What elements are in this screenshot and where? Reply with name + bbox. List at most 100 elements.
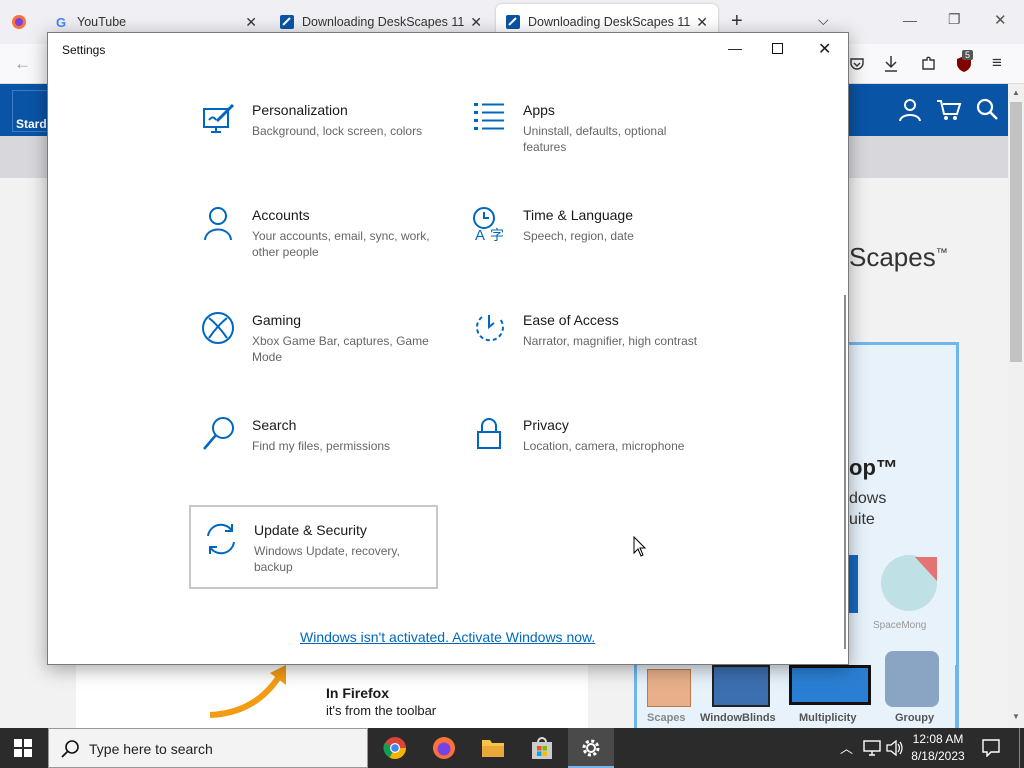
restore-browser-icon[interactable]: ❐ [948, 11, 961, 28]
list-tabs-chevron-icon[interactable]: ⌵ [818, 12, 829, 29]
tab-title: Downloading DeskScapes 11 : S [528, 15, 691, 29]
tile-description: Your accounts, email, sync, work, other … [252, 229, 430, 259]
scrollbar-thumb[interactable] [1010, 102, 1022, 362]
taskbar: Type here to search ︿ 12:08 AM 8/18/2023 [0, 728, 1024, 768]
firefox-hint-subtitle: it's from the toolbar [326, 703, 437, 718]
tile-personalization[interactable]: Personalization Background, lock screen, … [201, 101, 432, 139]
hamburger-menu-icon[interactable]: ≡ [992, 53, 1002, 73]
firefox-icon[interactable] [432, 736, 456, 760]
lock-icon [477, 418, 501, 449]
minimize-icon[interactable]: — [728, 40, 742, 56]
mouse-cursor-icon [633, 536, 647, 557]
volume-icon[interactable] [886, 740, 904, 756]
svg-text:G: G [56, 15, 66, 29]
network-icon[interactable] [863, 740, 881, 756]
xbox-icon [202, 312, 234, 344]
tile-title: Time & Language [523, 207, 633, 223]
tile-time-language[interactable]: A字 Time & Language Speech, region, date [472, 206, 703, 244]
show-hidden-icons-chevron-icon[interactable]: ︿ [840, 738, 853, 757]
close-tab-icon[interactable]: ✕ [696, 14, 708, 31]
site-search-icon[interactable] [976, 98, 998, 120]
settings-titlebar[interactable]: Settings — ✕ [48, 33, 848, 65]
deskscapes-product-icon[interactable] [647, 669, 691, 707]
tile-apps[interactable]: Apps Uninstall, defaults, optional featur… [472, 101, 703, 155]
tile-description: Narrator, magnifier, high contrast [523, 334, 698, 348]
close-tab-icon[interactable]: ✕ [470, 14, 482, 31]
promo-button-edge[interactable] [849, 555, 858, 613]
firefox-hint-text: In Firefox it's from the toolbar [300, 665, 588, 728]
tile-title: Gaming [252, 312, 302, 328]
tile-accounts[interactable]: Accounts Your accounts, email, sync, work… [201, 206, 432, 260]
accounts-icon [204, 207, 232, 241]
clock-date[interactable]: 8/18/2023 [906, 749, 970, 763]
shopping-cart-icon[interactable] [936, 98, 962, 122]
tile-title: Accounts [252, 207, 310, 223]
activate-windows-link[interactable]: Windows isn't activated. Activate Window… [300, 629, 595, 645]
search-icon [203, 417, 234, 450]
stardock-icon [506, 15, 520, 29]
extensions-puzzle-icon[interactable] [920, 55, 937, 72]
multiplicity-product-icon[interactable] [789, 665, 871, 705]
sync-icon [207, 523, 235, 555]
new-tab-button[interactable]: + [731, 10, 743, 33]
svg-text:A: A [475, 227, 485, 242]
orange-arrow-icon [209, 665, 286, 718]
taskbar-search-icon [61, 740, 79, 758]
back-arrow-icon[interactable]: ← [14, 54, 31, 74]
tile-update-security[interactable]: Update & Security Windows Update, recover… [189, 505, 438, 589]
personalization-icon [203, 103, 235, 133]
firefox-menu-icon[interactable] [11, 14, 27, 30]
firefox-hint-panel [76, 665, 300, 728]
close-browser-icon[interactable]: ✕ [994, 11, 1007, 29]
file-explorer-icon[interactable] [481, 737, 505, 759]
tile-description: Speech, region, date [523, 229, 634, 243]
stardock-icon [280, 15, 294, 29]
product-label-spacemonger: SpaceMong [873, 620, 927, 631]
apps-icon [474, 103, 504, 130]
show-desktop-button[interactable] [1019, 728, 1024, 768]
scroll-up-icon[interactable]: ▲ [1012, 88, 1020, 97]
deskscapes-headline: Scapes™ [849, 242, 948, 272]
taskbar-settings-active[interactable] [568, 728, 614, 768]
tile-description: Xbox Game Bar, captures, Game Mode [252, 334, 429, 364]
tile-title: Privacy [523, 417, 569, 433]
scroll-down-icon[interactable]: ▼ [1012, 712, 1020, 721]
tab-title: Downloading DeskScapes 11 : S [302, 15, 465, 29]
microsoft-store-icon[interactable] [530, 736, 554, 760]
pocket-icon[interactable] [849, 56, 865, 72]
page-scrollbar[interactable]: ▲ ▼ [1008, 84, 1024, 728]
tile-search[interactable]: Search Find my files, permissions [201, 416, 432, 454]
svg-text:字: 字 [490, 227, 504, 242]
settings-gear-icon [582, 739, 600, 757]
tile-title: Personalization [252, 102, 348, 118]
tile-title: Update & Security [254, 522, 367, 538]
maximize-icon[interactable] [772, 43, 783, 54]
chrome-icon[interactable] [383, 736, 407, 760]
google-icon: G [56, 15, 66, 29]
groupy-product-icon[interactable] [885, 651, 939, 707]
taskbar-search-box[interactable]: Type here to search [48, 728, 368, 768]
windowblinds-product-icon[interactable] [712, 665, 770, 707]
notifications-icon[interactable] [982, 739, 1000, 757]
tile-description: Uninstall, defaults, optional features [523, 124, 667, 154]
close-icon[interactable]: ✕ [818, 39, 831, 59]
downloads-icon[interactable] [883, 55, 899, 73]
product-label: Scapes [647, 712, 686, 724]
settings-window: Settings — ✕ Personalization Background, … [47, 32, 849, 665]
tab-title: YouTube [77, 15, 127, 29]
promo-title: op™ [849, 455, 898, 480]
windows-start-icon[interactable] [14, 739, 32, 757]
time-language-icon: A字 [473, 207, 504, 242]
tile-privacy[interactable]: Privacy Location, camera, microphone [472, 416, 703, 454]
tile-gaming[interactable]: Gaming Xbox Game Bar, captures, Game Mode [201, 311, 432, 365]
user-account-icon[interactable] [898, 98, 922, 122]
close-tab-icon[interactable]: ✕ [245, 14, 257, 31]
tile-title: Apps [523, 102, 555, 118]
clock-time[interactable]: 12:08 AM [906, 732, 970, 746]
minimize-browser-icon[interactable]: — [903, 12, 917, 28]
tile-ease-of-access[interactable]: Ease of Access Narrator, magnifier, high … [472, 311, 703, 349]
stardock-logo[interactable]: Stard [12, 90, 52, 132]
spacemonger-icon [881, 555, 937, 611]
product-label: Groupy [895, 712, 935, 724]
settings-scrollbar[interactable] [844, 295, 846, 649]
